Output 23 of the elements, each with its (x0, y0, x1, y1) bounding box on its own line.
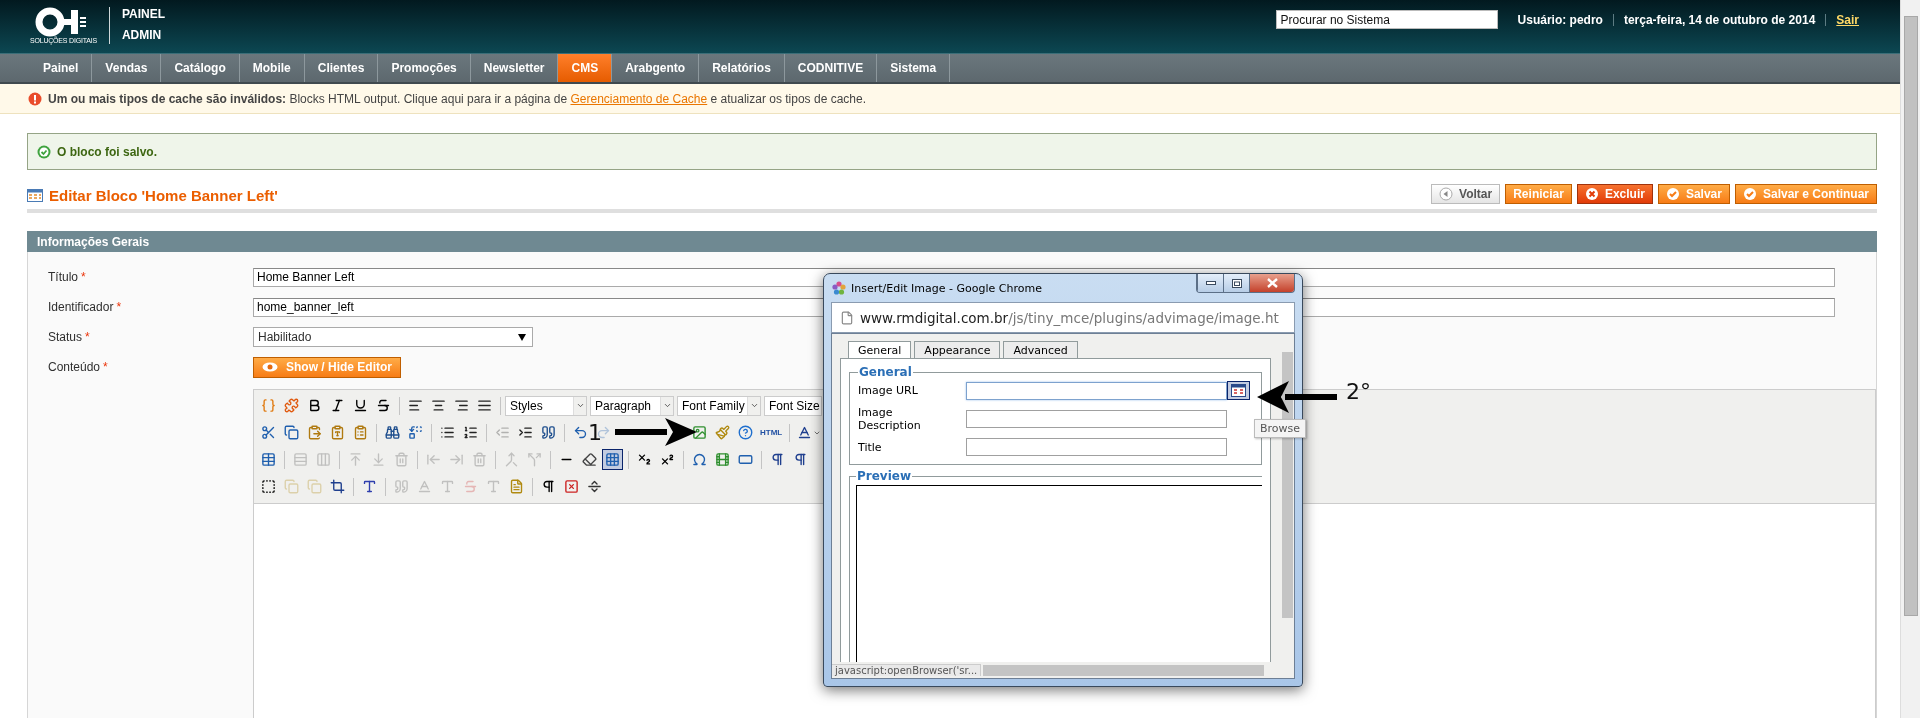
field-label: Identificador * (48, 300, 123, 314)
tooltip: Browse (1254, 419, 1307, 438)
window-title: Insert/Edit Image - Google Chrome (851, 281, 1042, 295)
section-legend: Preview (856, 469, 912, 483)
user-name: Usuário: pedro (1517, 12, 1603, 27)
cache-notice: Um ou mais tipos de cache são inválidos: Blocks HTML output. Clique aqui para ir a página de Gerenciamento de Cache e atualizar os tipos de cache. (48, 91, 866, 106)
brand-text: PAINEL (121, 6, 165, 23)
field-label: Título * (48, 270, 87, 284)
success-message: O bloco foi salvo. (57, 144, 157, 159)
section-header: Informações Gerais (27, 231, 1877, 252)
section-legend: General (858, 365, 913, 379)
address-text: www.rmdigital.com.br/js/tiny_mce/plugins/advimage/image.ht (860, 309, 1279, 326)
field-label: Conteúdo * (48, 360, 109, 374)
brand-text: ADMIN (121, 27, 163, 44)
field-label: Image Description (858, 406, 922, 432)
field-label: Title (858, 440, 883, 454)
field-label: Image URL (858, 384, 919, 397)
field-label: Status * (48, 330, 91, 344)
date-text: terça-feira, 14 de outubro de 2014 (1623, 12, 1816, 27)
page-title: Editar Bloco 'Home Banner Left' (49, 187, 278, 204)
annotation-number: 2° (1346, 381, 1371, 403)
annotation-number: 1 (588, 422, 602, 444)
status-text: javascript:openBrowser('sr... (832, 664, 982, 676)
